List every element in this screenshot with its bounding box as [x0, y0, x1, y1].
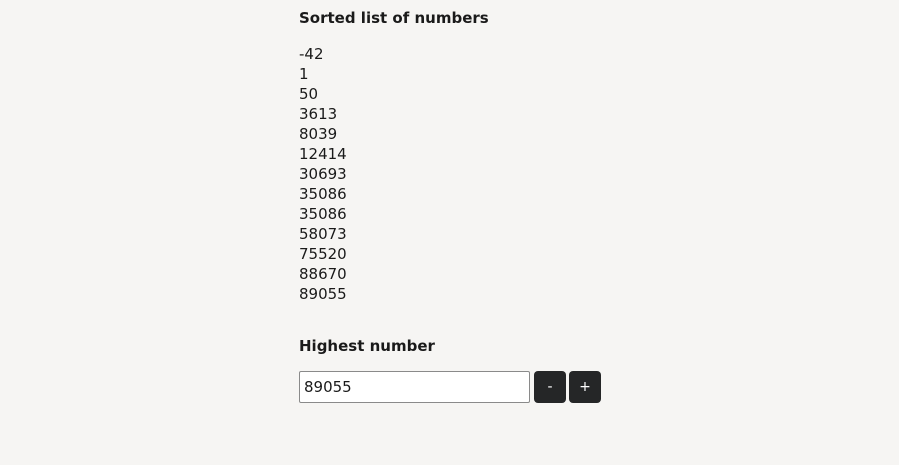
- list-item: 88670: [299, 265, 347, 283]
- list-item: 30693: [299, 165, 347, 183]
- list-item: 3613: [299, 105, 338, 123]
- list-item: 8039: [299, 125, 338, 143]
- sorted-number-list: -42 1 50 3613 8039 12414 30693 35086 350…: [299, 44, 347, 304]
- highest-number-controls: - +: [299, 371, 601, 403]
- list-item: 35086: [299, 205, 347, 223]
- increment-button[interactable]: +: [569, 371, 601, 403]
- list-item: 58073: [299, 225, 347, 243]
- list-item: 12414: [299, 145, 347, 163]
- list-item: 50: [299, 85, 319, 103]
- highest-number-heading: Highest number: [299, 337, 435, 355]
- list-item: 89055: [299, 285, 347, 303]
- sorted-list-heading: Sorted list of numbers: [299, 9, 489, 27]
- list-item: 35086: [299, 185, 347, 203]
- list-item: -42: [299, 45, 324, 63]
- highest-number-input[interactable]: [299, 371, 530, 403]
- decrement-button[interactable]: -: [534, 371, 566, 403]
- list-item: 1: [299, 65, 309, 83]
- list-item: 75520: [299, 245, 347, 263]
